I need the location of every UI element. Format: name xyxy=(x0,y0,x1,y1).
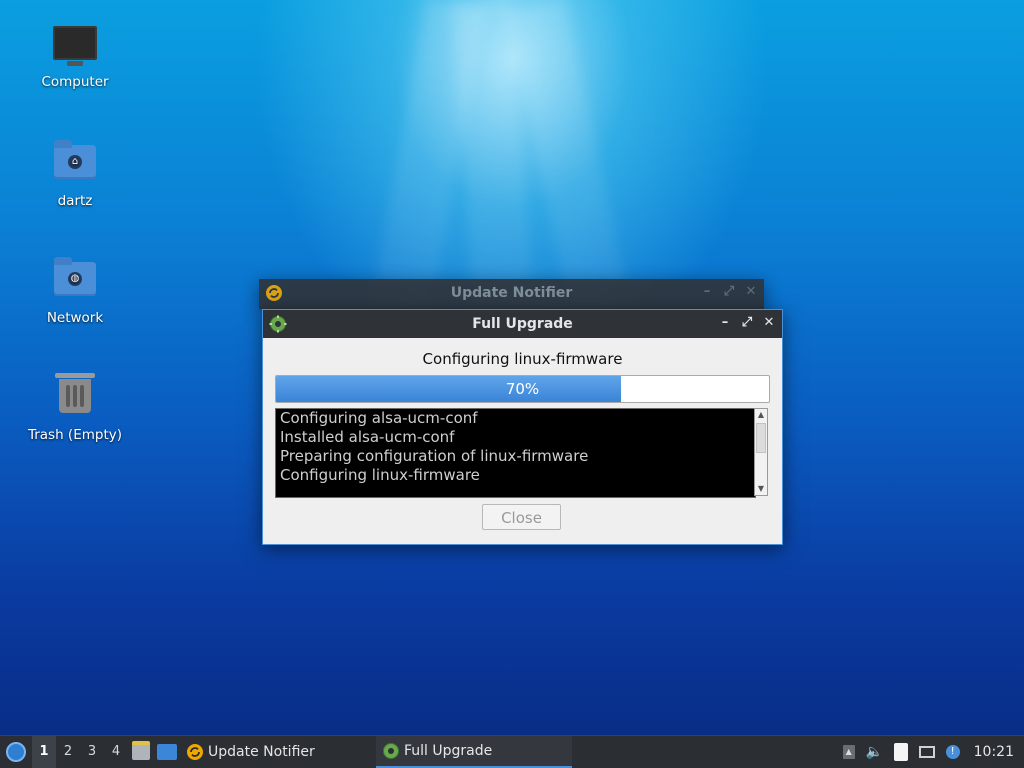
trash-icon xyxy=(53,373,97,423)
task-label: Update Notifier xyxy=(208,744,315,760)
volume-button[interactable]: 🔈 xyxy=(862,736,888,768)
desktop-icon-label: Trash (Empty) xyxy=(27,427,123,443)
minimize-button[interactable]: – xyxy=(718,316,732,330)
close-button[interactable]: ✕ xyxy=(762,316,776,330)
task-full-upgrade[interactable]: Full Upgrade xyxy=(376,736,572,768)
minimize-button[interactable]: – xyxy=(700,285,714,299)
task-label: Full Upgrade xyxy=(404,743,493,759)
full-upgrade-dialog[interactable]: Full Upgrade – ⤢ ✕ Configuring linux-fir… xyxy=(262,309,783,545)
info-icon: ! xyxy=(945,745,960,759)
progress-bar: 70% xyxy=(275,375,770,403)
home-folder-icon: ⌂ xyxy=(53,140,97,189)
window-title: Full Upgrade xyxy=(472,316,573,332)
log-line: Preparing configuration of linux-firmwar… xyxy=(280,447,589,465)
log-line: Configuring linux-firmware xyxy=(280,466,480,484)
maximize-button[interactable]: ⤢ xyxy=(722,285,736,299)
network-button[interactable] xyxy=(914,736,940,768)
status-text: Configuring linux-firmware xyxy=(422,350,623,368)
titlebar[interactable]: Update Notifier – ⤢ ✕ xyxy=(259,279,764,307)
maximize-button[interactable]: ⤢ xyxy=(740,316,754,330)
log-output[interactable]: Configuring alsa-ucm-conf Installed alsa… xyxy=(275,408,756,498)
start-menu-icon xyxy=(6,742,26,762)
workspace-1[interactable]: 1 xyxy=(32,736,56,768)
scroll-down-icon[interactable]: ▼ xyxy=(755,483,767,495)
network-icon xyxy=(918,746,935,758)
taskbar: 1 2 3 4 Update Notifier Full Upgrade ▲ 🔈 xyxy=(0,735,1024,768)
system-tray: ▲ 🔈 ! 10:21 xyxy=(836,736,1024,768)
update-notification-button[interactable]: ! xyxy=(940,736,966,768)
clock[interactable]: 10:21 xyxy=(966,744,1024,760)
progress-label: 70% xyxy=(505,380,540,398)
desktop-icon-network[interactable]: ◍ Network xyxy=(20,254,130,326)
workspace-4[interactable]: 4 xyxy=(104,736,128,768)
log-scrollbar[interactable]: ▲ ▼ xyxy=(754,408,768,496)
desktop-icon-home[interactable]: ⌂ dartz xyxy=(20,137,130,209)
update-notifier-icon xyxy=(187,744,203,760)
desktop-icon-label: Network xyxy=(46,310,104,326)
show-desktop-icon xyxy=(157,744,177,760)
clipboard-icon xyxy=(893,743,908,761)
log-line: Configuring alsa-ucm-conf xyxy=(280,409,478,427)
workspace-2[interactable]: 2 xyxy=(56,736,80,768)
start-menu-button[interactable] xyxy=(0,736,32,768)
desktop-icon-label: Computer xyxy=(41,74,109,90)
tray-expand-button[interactable]: ▲ xyxy=(836,736,862,768)
close-dialog-button[interactable]: Close xyxy=(482,504,561,530)
scroll-up-icon[interactable]: ▲ xyxy=(755,409,767,421)
task-update-notifier[interactable]: Update Notifier xyxy=(180,736,376,768)
update-notifier-window[interactable]: Update Notifier – ⤢ ✕ xyxy=(259,279,764,309)
computer-icon xyxy=(53,26,97,70)
chevron-up-icon: ▲ xyxy=(842,745,855,759)
file-manager-icon xyxy=(132,741,150,760)
clipboard-button[interactable] xyxy=(888,736,914,768)
desktop-icon-trash[interactable]: Trash (Empty) xyxy=(20,371,130,443)
gear-icon xyxy=(383,743,399,759)
titlebar[interactable]: Full Upgrade – ⤢ ✕ xyxy=(263,310,782,338)
workspace-3[interactable]: 3 xyxy=(80,736,104,768)
scroll-thumb[interactable] xyxy=(756,423,766,453)
show-desktop-launcher[interactable] xyxy=(154,736,180,768)
window-title: Update Notifier xyxy=(450,285,573,301)
desktop-icon-label: dartz xyxy=(57,193,93,209)
log-line: Installed alsa-ucm-conf xyxy=(280,428,455,446)
desktop-icon-computer[interactable]: Computer xyxy=(20,20,130,90)
network-folder-icon: ◍ xyxy=(53,257,97,306)
file-manager-launcher[interactable] xyxy=(128,736,154,768)
speaker-icon: 🔈 xyxy=(865,744,884,760)
close-button[interactable]: ✕ xyxy=(744,285,758,299)
